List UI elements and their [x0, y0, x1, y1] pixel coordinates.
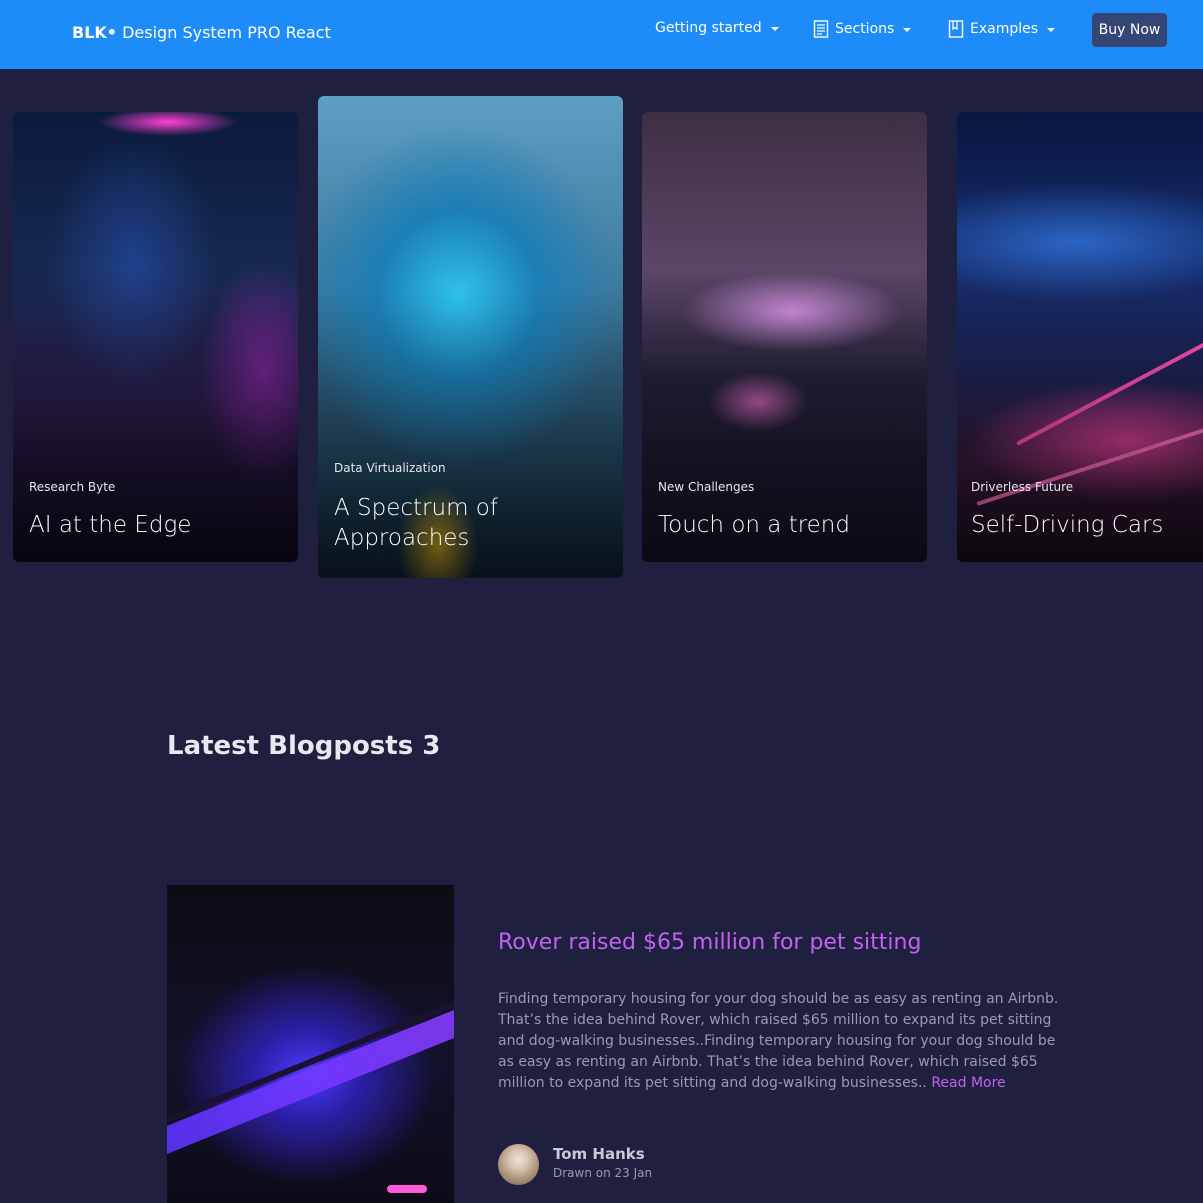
brand-strong: BLK•	[72, 23, 118, 42]
light-beam	[167, 1001, 454, 1161]
nav-sections[interactable]: Sections	[813, 20, 912, 38]
avatar	[498, 1144, 539, 1185]
navbar: BLK• Design System PRO React Getting sta…	[0, 0, 1203, 69]
nav-getting-started-label: Getting started	[655, 20, 762, 36]
caret-down-icon	[770, 27, 779, 31]
post-body: Finding temporary housing for your dog s…	[498, 989, 1073, 1094]
paper-icon	[813, 20, 829, 38]
caret-down-icon	[903, 28, 912, 32]
card-title: Self-Driving Cars	[971, 512, 1164, 538]
section-title: Latest Blogposts 3	[167, 731, 441, 761]
post-date: Drawn on 23 Jan	[553, 1166, 653, 1180]
card-title: AI at the Edge	[29, 512, 192, 538]
caret-down-icon	[1047, 28, 1056, 32]
card-spectrum-of-approaches[interactable]: Data Virtualization A Spectrum of Approa…	[318, 96, 623, 578]
nav-examples-label: Examples	[970, 21, 1039, 37]
nav-getting-started[interactable]: Getting started	[655, 20, 779, 36]
card-title: Touch on a trend	[658, 512, 850, 538]
post-title[interactable]: Rover raised $65 million for pet sitting	[498, 930, 921, 955]
nav-examples[interactable]: Examples	[948, 20, 1056, 38]
author-name: Tom Hanks	[553, 1145, 645, 1163]
post-image	[167, 885, 454, 1203]
brand-text: Design System PRO React	[122, 23, 331, 42]
card-category: Data Virtualization	[334, 461, 446, 475]
card-category: Research Byte	[29, 480, 116, 494]
card-category: New Challenges	[658, 480, 755, 494]
neon-glow	[387, 1185, 427, 1193]
card-self-driving-cars[interactable]: Driverless Future Self-Driving Cars	[957, 112, 1203, 562]
nav-sections-label: Sections	[835, 21, 895, 37]
card-touch-on-a-trend[interactable]: New Challenges Touch on a trend	[642, 112, 927, 562]
card-category: Driverless Future	[971, 480, 1074, 494]
card-title: A Spectrum of Approaches	[334, 495, 498, 551]
read-more-link[interactable]: Read More	[931, 1075, 1005, 1091]
book-icon	[948, 20, 964, 38]
buy-now-button[interactable]: Buy Now	[1092, 13, 1167, 47]
brand-link[interactable]: BLK• Design System PRO React	[72, 23, 331, 42]
card-ai-at-the-edge[interactable]: Research Byte AI at the Edge	[13, 112, 298, 562]
